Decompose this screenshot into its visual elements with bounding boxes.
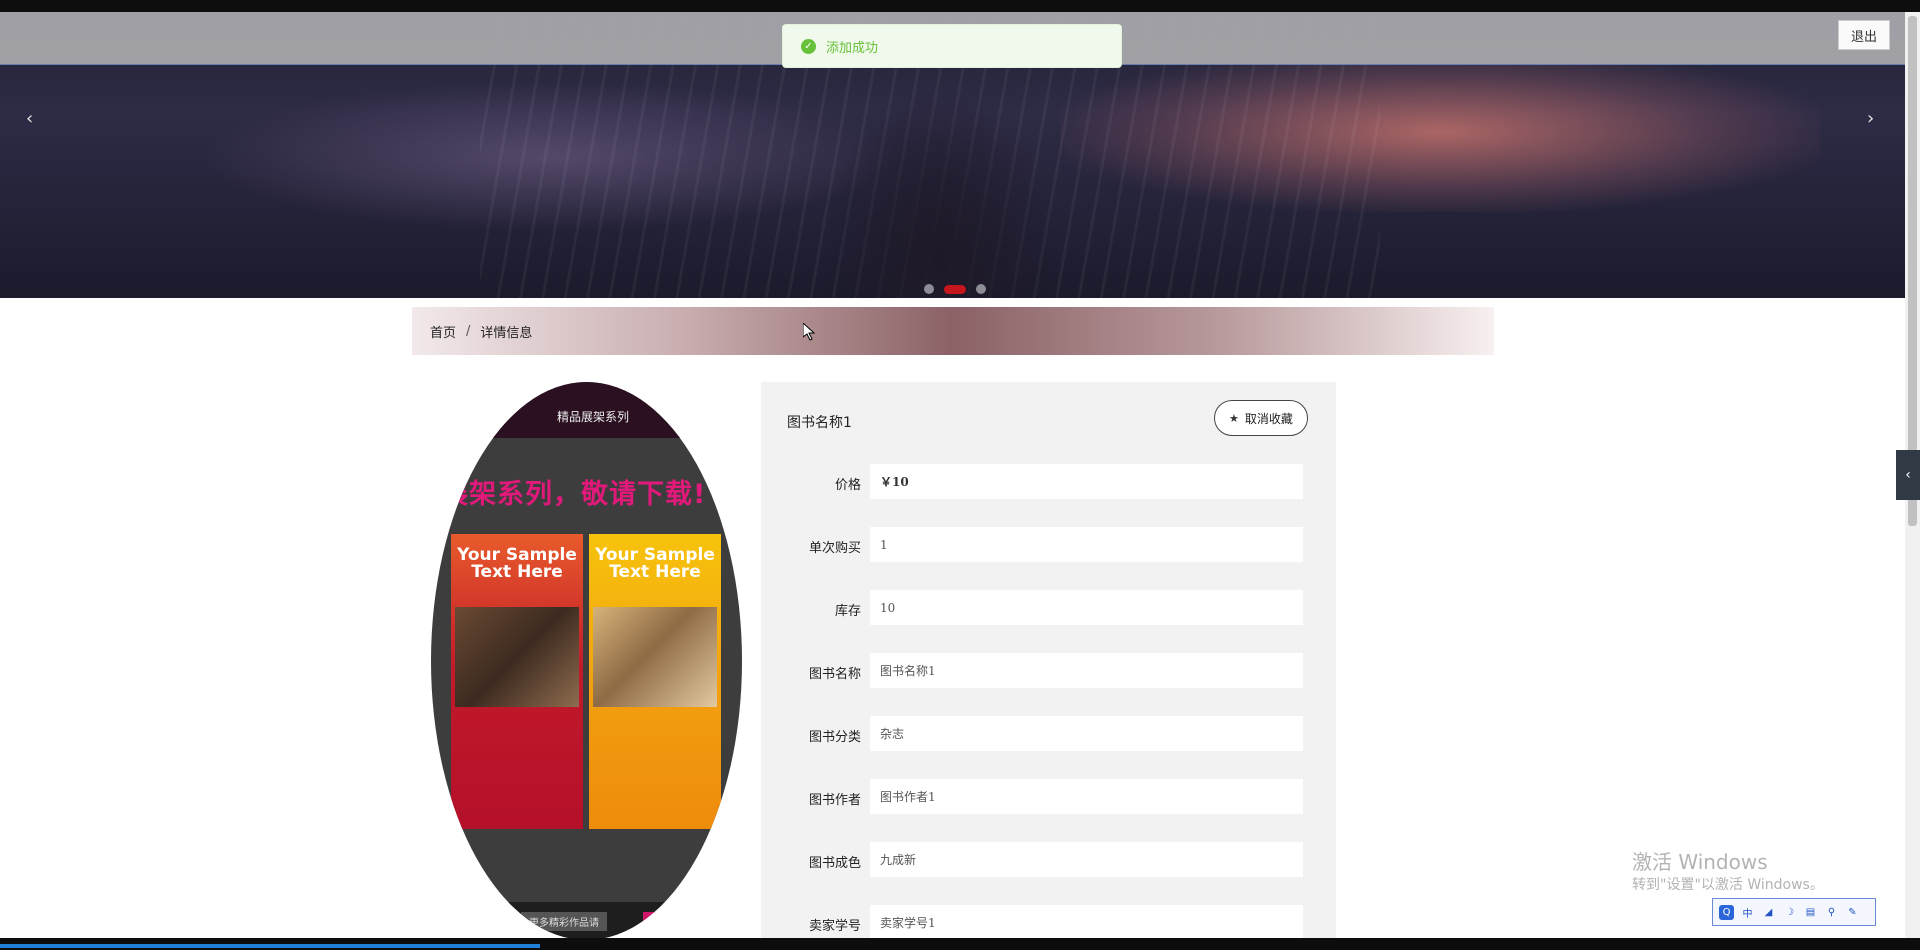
seller-id-field[interactable]: 卖家学号1	[870, 905, 1303, 940]
activation-watermark-subtitle: 转到"设置"以激活 Windows。	[1632, 877, 1824, 893]
quantity-field[interactable]: 1	[870, 527, 1303, 562]
quantity-label: 单次购买	[808, 541, 861, 556]
ime-punctuation-icon[interactable]: ◢	[1761, 905, 1776, 920]
poster-headline: 展架系列，敬请下载!	[441, 479, 707, 510]
window-top-edge	[0, 0, 1920, 12]
condition-label: 图书成色	[808, 856, 861, 871]
toast-message: 添加成功	[826, 40, 879, 56]
carousel-dot[interactable]	[924, 284, 934, 294]
activation-watermark-title: 激活 Windows	[1632, 850, 1768, 874]
ime-logo-icon[interactable]: Q	[1719, 904, 1734, 920]
ime-settings-icon[interactable]: ✎	[1845, 905, 1860, 920]
breadcrumb: 首页 / 详情信息	[412, 307, 1494, 355]
poster-card-text-2: Your Sample Text Here	[595, 545, 715, 582]
success-toast: ✓ 添加成功	[782, 24, 1122, 68]
carousel-next-icon[interactable]: ›	[1867, 108, 1874, 129]
unfavorite-label: 取消收藏	[1244, 411, 1293, 426]
poster-card-text-1: Your Sample Text Here	[457, 545, 577, 582]
book-title: 图书名称1	[787, 415, 852, 431]
poster-photo-right	[593, 607, 717, 707]
author-label: 图书作者	[808, 793, 861, 808]
ime-moon-icon[interactable]: ☽	[1782, 905, 1797, 920]
book-cover-image: 精品展架系列 展架系列，敬请下载! Your Sample Text Here …	[431, 382, 742, 940]
logout-button[interactable]: 退出	[1838, 20, 1890, 50]
book-detail-panel: 图书名称1 ★ 取消收藏 价格 ￥10 单次购买 1 库存 10 图书名称 图书…	[761, 382, 1336, 942]
author-field[interactable]: 图书作者1	[870, 779, 1303, 814]
stock-label: 库存	[834, 604, 861, 619]
ime-tools-icon[interactable]: ⚲	[1824, 905, 1839, 920]
poster-photo-left	[455, 607, 579, 707]
banner-book-spine	[820, 82, 1060, 298]
ime-keyboard-icon[interactable]: ▤	[1803, 905, 1818, 920]
book-name-label: 图书名称	[808, 667, 861, 682]
ime-chinese-mode-icon[interactable]: 中	[1740, 905, 1755, 920]
price-field[interactable]: ￥10	[870, 464, 1303, 499]
book-name-field[interactable]: 图书名称1	[870, 653, 1303, 688]
ime-toolbar[interactable]: Q 中 ◢ ☽ ▤ ⚲ ✎	[1712, 898, 1876, 926]
carousel-indicators	[924, 284, 986, 294]
breadcrumb-home[interactable]: 首页	[430, 322, 456, 341]
category-label: 图书分类	[808, 730, 861, 745]
carousel-dot[interactable]	[976, 284, 986, 294]
stock-field[interactable]: 10	[870, 590, 1303, 625]
poster-bottom-label-1: 更多精彩作品请	[521, 912, 607, 931]
check-circle-icon: ✓	[801, 38, 816, 54]
bottom-taskbar	[0, 938, 1920, 950]
carousel-dot-active[interactable]	[944, 284, 966, 294]
mouse-cursor-icon	[803, 323, 815, 341]
unfavorite-button[interactable]: ★ 取消收藏	[1214, 400, 1308, 436]
side-drawer-toggle-icon[interactable]: ‹	[1896, 450, 1920, 500]
loading-progress-bar	[0, 944, 540, 948]
condition-field[interactable]: 九成新	[870, 842, 1303, 877]
star-icon: ★	[1229, 411, 1239, 425]
seller-id-label: 卖家学号	[808, 919, 861, 934]
poster-header-title: 精品展架系列	[557, 410, 630, 424]
price-label: 价格	[834, 478, 861, 493]
breadcrumb-separator: /	[466, 323, 471, 339]
breadcrumb-current: 详情信息	[480, 325, 533, 341]
poster-bottom-label-2: 从右边进入	[643, 912, 709, 931]
carousel-prev-icon[interactable]: ‹	[26, 108, 33, 129]
category-field[interactable]: 杂志	[870, 716, 1303, 751]
